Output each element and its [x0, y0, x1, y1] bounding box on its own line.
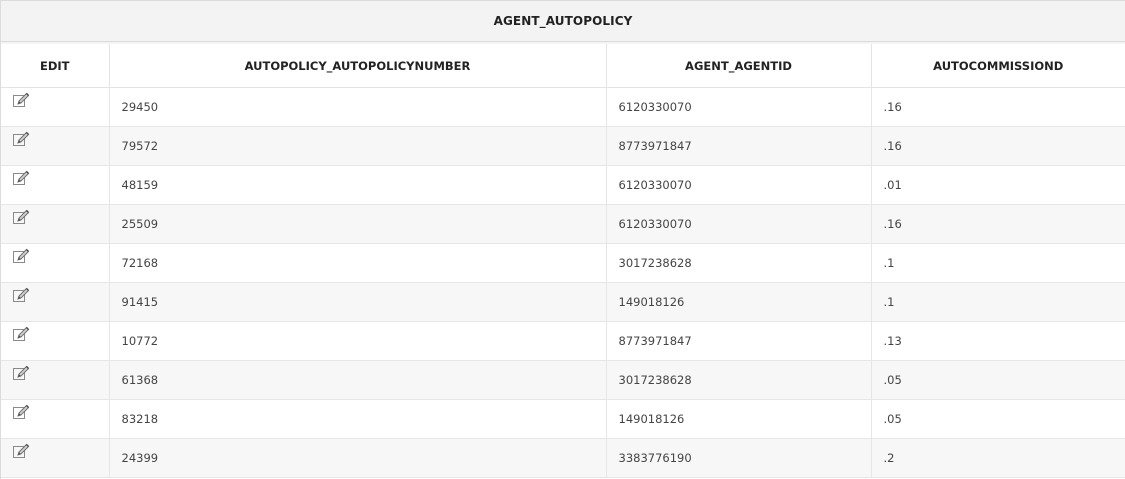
policy-number-cell: 10772 — [109, 321, 607, 361]
commission-cell: .13 — [871, 321, 1125, 361]
commission-cell: .05 — [871, 360, 1125, 400]
agent-id-cell: 149018126 — [606, 282, 872, 322]
data-table: EDIT AUTOPOLICY_AUTOPOLICYNUMBER AGENT_A… — [1, 44, 1125, 478]
policy-number-cell: 83218 — [109, 399, 607, 439]
edit-cell — [1, 87, 110, 127]
policy-number-cell: 61368 — [109, 360, 607, 400]
table-row: 83218 149018126.05 — [1, 399, 1125, 439]
report-panel: AGENT_AUTOPOLICY EDIT AUTOPOLICY_AUTOPOL… — [0, 0, 1125, 479]
policy-number-cell: 24399 — [109, 438, 607, 478]
commission-cell: .05 — [871, 399, 1125, 439]
table-row: 79572 8773971847.16 — [1, 126, 1125, 166]
edit-pencil-icon[interactable] — [11, 364, 31, 384]
header-row: EDIT AUTOPOLICY_AUTOPOLICYNUMBER AGENT_A… — [1, 44, 1125, 88]
commission-cell: .1 — [871, 282, 1125, 322]
agent-id-cell: 3017238628 — [606, 360, 872, 400]
edit-cell — [1, 321, 110, 361]
table-row: 29450 6120330070.16 — [1, 87, 1125, 127]
agent-id-cell: 8773971847 — [606, 126, 872, 166]
commission-cell: .2 — [871, 438, 1125, 478]
edit-cell — [1, 360, 110, 400]
commission-cell: .16 — [871, 126, 1125, 166]
edit-cell — [1, 282, 110, 322]
policy-number-cell: 25509 — [109, 204, 607, 244]
policy-number-cell: 48159 — [109, 165, 607, 205]
policy-number-cell: 72168 — [109, 243, 607, 283]
edit-pencil-icon[interactable] — [11, 325, 31, 345]
table-row: 24399 3383776190.2 — [1, 438, 1125, 478]
table-row: 61368 3017238628.05 — [1, 360, 1125, 400]
edit-cell — [1, 204, 110, 244]
agent-id-cell: 149018126 — [606, 399, 872, 439]
table-row: 10772 8773971847.13 — [1, 321, 1125, 361]
table-row: 91415 149018126.1 — [1, 282, 1125, 322]
edit-pencil-icon[interactable] — [11, 286, 31, 306]
table-body: 29450 6120330070.16 79572 8773971847.16 4815… — [1, 87, 1125, 478]
table-header: EDIT AUTOPOLICY_AUTOPOLICYNUMBER AGENT_A… — [1, 44, 1125, 88]
column-header-commission[interactable]: AUTOCOMMISSIOND — [871, 44, 1125, 88]
commission-cell: .16 — [871, 204, 1125, 244]
agent-id-cell: 8773971847 — [606, 321, 872, 361]
commission-cell: .1 — [871, 243, 1125, 283]
commission-cell: .16 — [871, 87, 1125, 127]
agent-id-cell: 3383776190 — [606, 438, 872, 478]
table-title: AGENT_AUTOPOLICY — [1, 1, 1125, 42]
edit-pencil-icon[interactable] — [11, 169, 31, 189]
edit-pencil-icon[interactable] — [11, 91, 31, 111]
column-header-agent-id[interactable]: AGENT_AGENTID — [606, 44, 872, 88]
column-header-policy-number[interactable]: AUTOPOLICY_AUTOPOLICYNUMBER — [109, 44, 607, 88]
edit-pencil-icon[interactable] — [11, 247, 31, 267]
edit-cell — [1, 165, 110, 205]
table-row: 25509 6120330070.16 — [1, 204, 1125, 244]
edit-cell — [1, 399, 110, 439]
edit-cell — [1, 126, 110, 166]
policy-number-cell: 79572 — [109, 126, 607, 166]
table-row: 72168 3017238628.1 — [1, 243, 1125, 283]
edit-pencil-icon[interactable] — [11, 208, 31, 228]
table-row: 48159 6120330070.01 — [1, 165, 1125, 205]
commission-cell: .01 — [871, 165, 1125, 205]
agent-id-cell: 3017238628 — [606, 243, 872, 283]
policy-number-cell: 91415 — [109, 282, 607, 322]
agent-id-cell: 6120330070 — [606, 204, 872, 244]
policy-number-cell: 29450 — [109, 87, 607, 127]
edit-pencil-icon[interactable] — [11, 442, 31, 462]
column-header-edit[interactable]: EDIT — [1, 44, 110, 88]
edit-cell — [1, 243, 110, 283]
agent-id-cell: 6120330070 — [606, 87, 872, 127]
edit-pencil-icon[interactable] — [11, 130, 31, 150]
edit-pencil-icon[interactable] — [11, 403, 31, 423]
edit-cell — [1, 438, 110, 478]
agent-id-cell: 6120330070 — [606, 165, 872, 205]
